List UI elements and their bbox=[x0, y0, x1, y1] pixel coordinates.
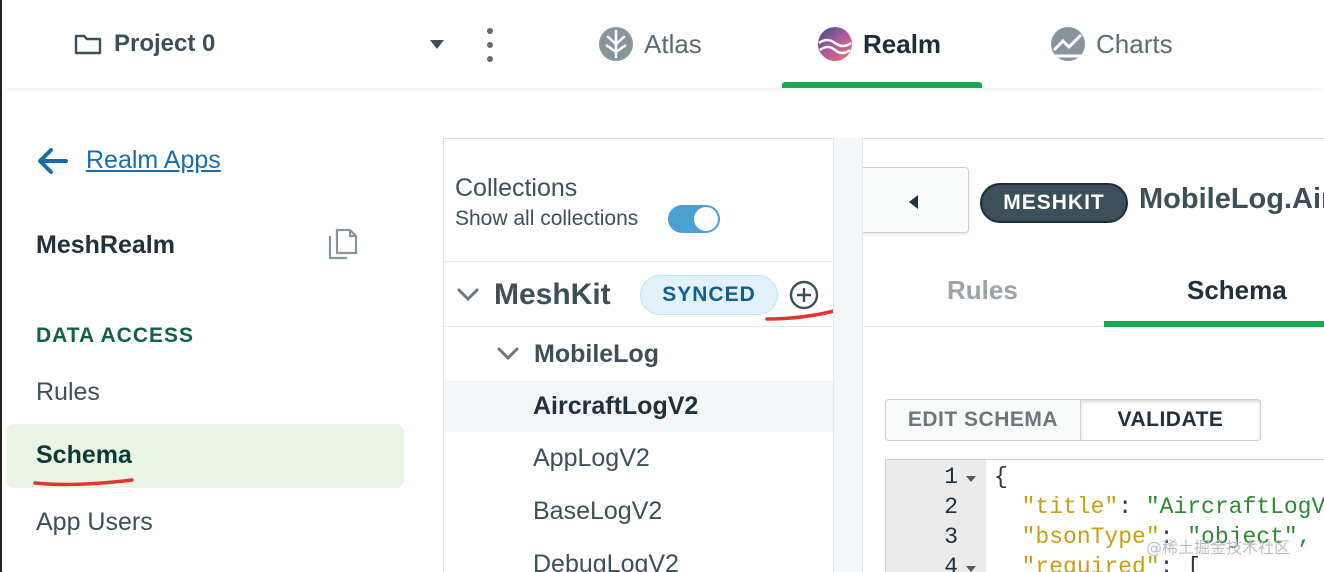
collection-item-debuglogv2[interactable]: DebugLogV2 bbox=[444, 538, 833, 572]
collection-group-mobilelog[interactable]: MobileLog bbox=[496, 337, 659, 371]
project-dropdown-caret-icon[interactable] bbox=[430, 40, 444, 49]
caret-left-icon bbox=[909, 195, 918, 209]
code-line: 1{ bbox=[886, 464, 1324, 494]
code-token: "required" bbox=[994, 554, 1160, 572]
code-token: "bsonType" bbox=[994, 524, 1160, 550]
code-token: "AircraftLogV2", bbox=[1145, 494, 1324, 520]
code-text: { bbox=[994, 464, 1008, 490]
code-token: { bbox=[994, 464, 1008, 490]
code-token: "title" bbox=[994, 494, 1119, 520]
show-all-collections-toggle[interactable] bbox=[668, 205, 720, 233]
top-navigation-bar: Project 0 Atlas Realm Charts bbox=[0, 0, 1324, 88]
tab-realm[interactable]: Realm bbox=[817, 22, 941, 66]
watermark: @稀土掘金技术社区 bbox=[1146, 538, 1291, 557]
tab-schema[interactable]: Schema bbox=[1187, 275, 1287, 306]
folder-icon bbox=[74, 34, 102, 55]
sidebar-item-schema-label: Schema bbox=[36, 441, 132, 469]
line-number: 3 bbox=[944, 524, 958, 550]
collection-item-label: AircraftLogV2 bbox=[533, 392, 699, 420]
tab-atlas[interactable]: Atlas bbox=[598, 22, 702, 66]
data-access-section-title: DATA ACCESS bbox=[36, 324, 194, 347]
code-line: 2 "title": "AircraftLogV2", bbox=[886, 494, 1324, 524]
more-options-icon[interactable] bbox=[485, 28, 495, 62]
back-to-realm-apps-link[interactable]: Realm Apps bbox=[36, 146, 221, 175]
tab-rules[interactable]: Rules bbox=[947, 275, 1018, 306]
collections-panel: Collections Show all collections MeshKit… bbox=[443, 138, 836, 572]
divider bbox=[444, 261, 834, 262]
tab-charts-label: Charts bbox=[1096, 28, 1173, 59]
edit-schema-button[interactable]: EDIT SCHEMA bbox=[886, 400, 1081, 440]
collapse-panel-button[interactable] bbox=[863, 167, 969, 233]
tab-realm-label: Realm bbox=[863, 28, 942, 59]
code-token: : bbox=[1118, 494, 1146, 520]
red-annotation-underline bbox=[33, 478, 134, 487]
divider bbox=[444, 326, 834, 327]
detail-tabs: Rules Schema bbox=[863, 261, 1324, 327]
collection-item-label: DebugLogV2 bbox=[533, 550, 679, 572]
project-selector[interactable]: Project 0 bbox=[74, 28, 215, 60]
app-name: MeshRealm bbox=[36, 231, 175, 259]
active-tab-indicator bbox=[782, 82, 982, 88]
fold-caret-icon[interactable] bbox=[966, 566, 976, 572]
line-number: 1 bbox=[944, 464, 958, 490]
collection-title: MobileLog.AircraftLogV2 bbox=[1139, 183, 1324, 215]
sidebar-item-rules[interactable]: Rules bbox=[36, 378, 100, 407]
realm-apps-link-label: Realm Apps bbox=[86, 146, 221, 174]
validate-button[interactable]: VALIDATE bbox=[1080, 400, 1260, 440]
line-number: 4 bbox=[944, 554, 958, 572]
collection-item-aircraftlogv2[interactable]: AircraftLogV2 bbox=[444, 380, 833, 432]
line-number: 2 bbox=[944, 494, 958, 520]
collection-item-baselogv2[interactable]: BaseLogV2 bbox=[444, 485, 833, 537]
fold-caret-icon[interactable] bbox=[966, 476, 976, 482]
chevron-down-icon bbox=[497, 347, 519, 361]
arrow-left-icon bbox=[38, 147, 68, 174]
sidebar-item-app-users[interactable]: App Users bbox=[36, 508, 153, 537]
left-sidebar: Realm Apps MeshRealm DATA ACCESS Rules S… bbox=[0, 88, 420, 572]
show-all-collections-label: Show all collections bbox=[455, 207, 639, 230]
copy-icon[interactable] bbox=[328, 228, 358, 265]
collection-group-name: MobileLog bbox=[534, 339, 659, 368]
collections-title: Collections bbox=[455, 174, 578, 202]
collection-detail-panel: MESHKIT MobileLog.AircraftLogV2 Rules Sc… bbox=[863, 138, 1324, 572]
active-tab-indicator bbox=[1104, 321, 1324, 327]
database-name: MeshKit bbox=[494, 278, 611, 311]
database-row-meshkit[interactable]: MeshKit bbox=[456, 275, 611, 315]
atlas-leaf-icon bbox=[599, 27, 633, 61]
realm-logo-icon bbox=[818, 27, 852, 61]
panel-resize-gutter[interactable] bbox=[833, 138, 863, 572]
tab-charts[interactable]: Charts bbox=[1050, 22, 1173, 66]
collection-item-applogv2[interactable]: AppLogV2 bbox=[444, 432, 833, 484]
collection-item-label: BaseLogV2 bbox=[533, 497, 663, 525]
collection-item-label: AppLogV2 bbox=[533, 444, 650, 472]
synced-badge: SYNCED bbox=[640, 275, 778, 315]
code-text: "title": "AircraftLogV2", bbox=[994, 494, 1324, 520]
schema-mode-switch: EDIT SCHEMA VALIDATE bbox=[885, 399, 1261, 441]
charts-logo-icon bbox=[1051, 27, 1085, 61]
project-name: Project 0 bbox=[114, 30, 216, 57]
tab-atlas-label: Atlas bbox=[644, 28, 702, 59]
namespace-badge: MESHKIT bbox=[980, 183, 1128, 223]
red-annotation-underline bbox=[765, 309, 836, 321]
chevron-down-icon bbox=[457, 288, 479, 302]
